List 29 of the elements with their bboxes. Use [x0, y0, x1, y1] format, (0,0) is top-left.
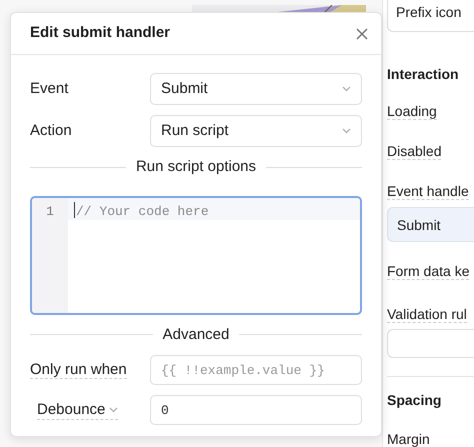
- chevron-down-icon: [342, 128, 351, 134]
- field-label: Only run when: [30, 360, 127, 379]
- line-number: 1: [32, 198, 68, 312]
- section-title: Advanced: [162, 324, 230, 344]
- debounce-dropdown[interactable]: Debounce: [37, 400, 118, 420]
- chevron-down-icon: [342, 86, 351, 92]
- validation-rules-field[interactable]: [387, 329, 474, 358]
- field-label: Validation rul: [387, 306, 467, 324]
- field-label: Form data ke: [387, 263, 470, 280]
- section-title: Run script options: [136, 157, 256, 177]
- field-label: Disabled: [387, 143, 442, 160]
- section-heading: Spacing: [387, 391, 442, 410]
- caret-icon: [108, 406, 118, 413]
- select-field[interactable]: Run script: [150, 115, 362, 147]
- section-heading: Interaction: [387, 65, 460, 84]
- event-handler-item[interactable]: Submit: [387, 207, 474, 242]
- debounce-field[interactable]: 0: [150, 395, 362, 425]
- field-label: Event handle: [387, 183, 469, 200]
- code-editor[interactable]: 1 // Your code here: [30, 196, 362, 314]
- field-label: Action: [30, 120, 73, 141]
- dialog-title: Edit submit handler: [30, 23, 170, 44]
- prefix-icon-field[interactable]: Prefix icon: [387, 0, 474, 32]
- select-field[interactable]: Submit: [150, 73, 362, 105]
- text-cursor: [74, 202, 75, 218]
- field-label: Event: [30, 78, 70, 99]
- code-placeholder: // Your code here: [76, 202, 209, 220]
- field-label: Margin: [387, 431, 430, 447]
- condition-field[interactable]: {{ !!example.value }}: [150, 355, 362, 385]
- field-label: Loading: [387, 103, 437, 120]
